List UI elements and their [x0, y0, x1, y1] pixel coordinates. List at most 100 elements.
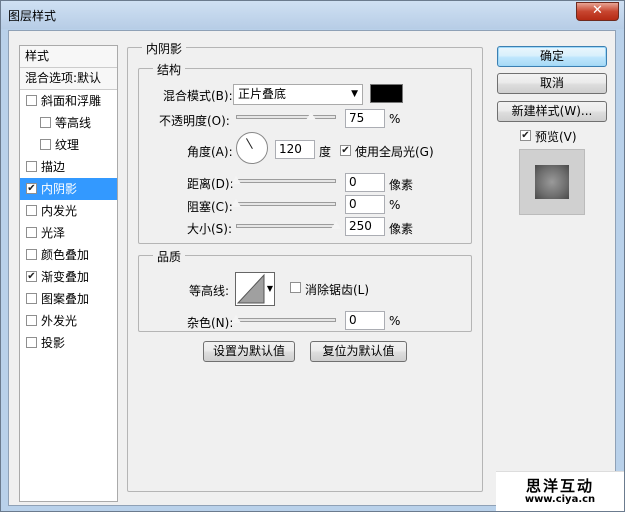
- quality-title: 品质: [153, 248, 186, 265]
- noise-unit: %: [389, 314, 401, 328]
- antialias-checkbox[interactable]: [290, 282, 301, 293]
- blend-color-swatch[interactable]: [370, 84, 403, 103]
- dialog-client: 样式 混合选项:默认 斜面和浮雕 等高线 纹理 描边 ✔ 内阴影 内发光 光泽 颜色叠加 ✔ 渐变叠…: [8, 30, 616, 506]
- watermark-url: www.ciya.cn: [524, 494, 596, 505]
- sidebar-item-4[interactable]: ✔ 内阴影: [20, 178, 117, 200]
- choke-label: 阻塞(C):: [187, 200, 233, 214]
- sidebar-item-label: 等高线: [55, 116, 92, 130]
- distance-field[interactable]: 0: [345, 173, 385, 192]
- reset-default-button[interactable]: 复位为默认值: [310, 341, 407, 362]
- quality-group: 品质 等高线: ▼ 消除锯齿(L) 杂色(N): 0 %: [138, 248, 472, 332]
- sidebar-item-9[interactable]: 图案叠加: [20, 288, 117, 310]
- sidebar-item-checkbox[interactable]: ✔: [26, 271, 37, 282]
- sidebar-item-11[interactable]: 投影: [20, 332, 117, 354]
- sidebar-item-5[interactable]: 内发光: [20, 200, 117, 222]
- sidebar-item-label: 描边: [41, 160, 66, 174]
- contour-preview-icon: [236, 273, 265, 304]
- size-slider[interactable]: [236, 224, 336, 228]
- choke-field[interactable]: 0: [345, 195, 385, 214]
- sidebar-item-checkbox[interactable]: [26, 293, 37, 304]
- style-list: 样式 混合选项:默认 斜面和浮雕等高线纹理描边 ✔ 内阴影内发光光泽颜色叠加 ✔ 渐变叠…: [19, 45, 118, 502]
- preview-label: 预览(V): [535, 130, 577, 144]
- global-light-label: 使用全局光(G): [355, 145, 434, 159]
- cancel-button[interactable]: 取消: [497, 73, 607, 94]
- sidebar-item-label: 光泽: [41, 226, 66, 240]
- sidebar-item-checkbox[interactable]: [26, 161, 37, 172]
- sidebar-item-1[interactable]: 等高线: [20, 112, 117, 134]
- global-light-checkbox[interactable]: ✔: [340, 145, 351, 156]
- sidebar-item-checkbox[interactable]: [26, 315, 37, 326]
- choke-slider[interactable]: [236, 202, 336, 206]
- size-field[interactable]: 250: [345, 217, 385, 236]
- sidebar-item-8[interactable]: ✔ 渐变叠加: [20, 266, 117, 288]
- style-list-header[interactable]: 样式: [20, 46, 117, 68]
- angle-label: 角度(A):: [187, 145, 233, 159]
- ok-button[interactable]: 确定: [497, 46, 607, 67]
- inner-shadow-group: 内阴影 结构 混合模式(B): 正片叠底 ▼ 不透明度(O): 75 % 角度(…: [127, 40, 483, 492]
- preview-checkbox[interactable]: ✔: [520, 130, 531, 141]
- sidebar-item-label: 斜面和浮雕: [41, 94, 102, 108]
- sidebar-item-checkbox[interactable]: [40, 117, 51, 128]
- opacity-slider[interactable]: [236, 115, 336, 119]
- sidebar-item-label: 内发光: [41, 204, 78, 218]
- sidebar-item-checkbox[interactable]: [26, 249, 37, 260]
- angle-field[interactable]: 120: [275, 140, 315, 159]
- new-style-button[interactable]: 新建样式(W)...: [497, 101, 607, 122]
- angle-unit: 度: [319, 145, 332, 159]
- sidebar-item-checkbox[interactable]: [26, 95, 37, 106]
- check-icon: ✔: [341, 145, 350, 156]
- size-slider-thumb[interactable]: [330, 220, 342, 230]
- sidebar-item-checkbox[interactable]: ✔: [26, 183, 37, 194]
- choke-slider-thumb[interactable]: [230, 198, 242, 208]
- sidebar-item-checkbox[interactable]: [26, 337, 37, 348]
- size-label: 大小(S):: [187, 222, 233, 236]
- noise-field[interactable]: 0: [345, 311, 385, 330]
- watermark: 思洋互动 www.ciya.cn: [496, 471, 624, 511]
- angle-dial[interactable]: [236, 132, 268, 164]
- opacity-slider-thumb[interactable]: [305, 111, 317, 121]
- opacity-label: 不透明度(O):: [159, 114, 230, 128]
- set-default-button[interactable]: 设置为默认值: [203, 341, 295, 362]
- sidebar-item-label: 渐变叠加: [41, 270, 90, 284]
- opacity-unit: %: [389, 112, 401, 126]
- close-icon: ✕: [592, 3, 603, 18]
- watermark-brand: 思洋互动: [525, 477, 594, 495]
- sidebar-item-checkbox[interactable]: [26, 205, 37, 216]
- distance-unit: 像素: [389, 178, 414, 192]
- sidebar-item-3[interactable]: 描边: [20, 156, 117, 178]
- sidebar-item-checkbox[interactable]: [40, 139, 51, 150]
- sidebar-item-7[interactable]: 颜色叠加: [20, 244, 117, 266]
- style-preview-swatch: [535, 165, 569, 199]
- sidebar-item-6[interactable]: 光泽: [20, 222, 117, 244]
- antialias-label: 消除锯齿(L): [305, 283, 370, 297]
- sidebar-item-10[interactable]: 外发光: [20, 310, 117, 332]
- sidebar-item-label: 颜色叠加: [41, 248, 90, 262]
- dialog-title: 图层样式: [8, 9, 57, 23]
- contour-picker[interactable]: ▼: [235, 272, 275, 306]
- sidebar-item-0[interactable]: 斜面和浮雕: [20, 90, 117, 112]
- layer-style-dialog: 图层样式 ✕ 样式 混合选项:默认 斜面和浮雕 等高线 纹理 描边 ✔ 内阴影 内发光 光泽颜…: [0, 0, 625, 512]
- blend-mode-value: 正片叠底: [238, 87, 287, 101]
- opacity-field[interactable]: 75: [345, 109, 385, 128]
- sidebar-item-label: 纹理: [55, 138, 80, 152]
- noise-slider-thumb[interactable]: [230, 314, 242, 324]
- sidebar-item-label: 图案叠加: [41, 292, 90, 306]
- sidebar-item-2[interactable]: 纹理: [20, 134, 117, 156]
- structure-title: 结构: [153, 61, 186, 78]
- blend-mode-select[interactable]: 正片叠底 ▼: [233, 84, 363, 105]
- close-button[interactable]: ✕: [576, 2, 619, 21]
- size-unit: 像素: [389, 222, 414, 236]
- title-bar[interactable]: 图层样式 ✕: [1, 1, 624, 29]
- blend-options-item[interactable]: 混合选项:默认: [20, 68, 117, 90]
- contour-dropdown-icon: ▼: [266, 284, 273, 293]
- choke-unit: %: [389, 198, 401, 212]
- blend-mode-label: 混合模式(B):: [163, 89, 233, 103]
- inner-shadow-title: 内阴影: [142, 40, 187, 57]
- noise-slider[interactable]: [236, 318, 336, 322]
- check-icon: ✔: [521, 130, 530, 141]
- noise-label: 杂色(N):: [187, 316, 234, 330]
- distance-slider[interactable]: [236, 179, 336, 183]
- sidebar-item-checkbox[interactable]: [26, 227, 37, 238]
- sidebar-item-label: 外发光: [41, 314, 78, 328]
- distance-slider-thumb[interactable]: [230, 175, 242, 185]
